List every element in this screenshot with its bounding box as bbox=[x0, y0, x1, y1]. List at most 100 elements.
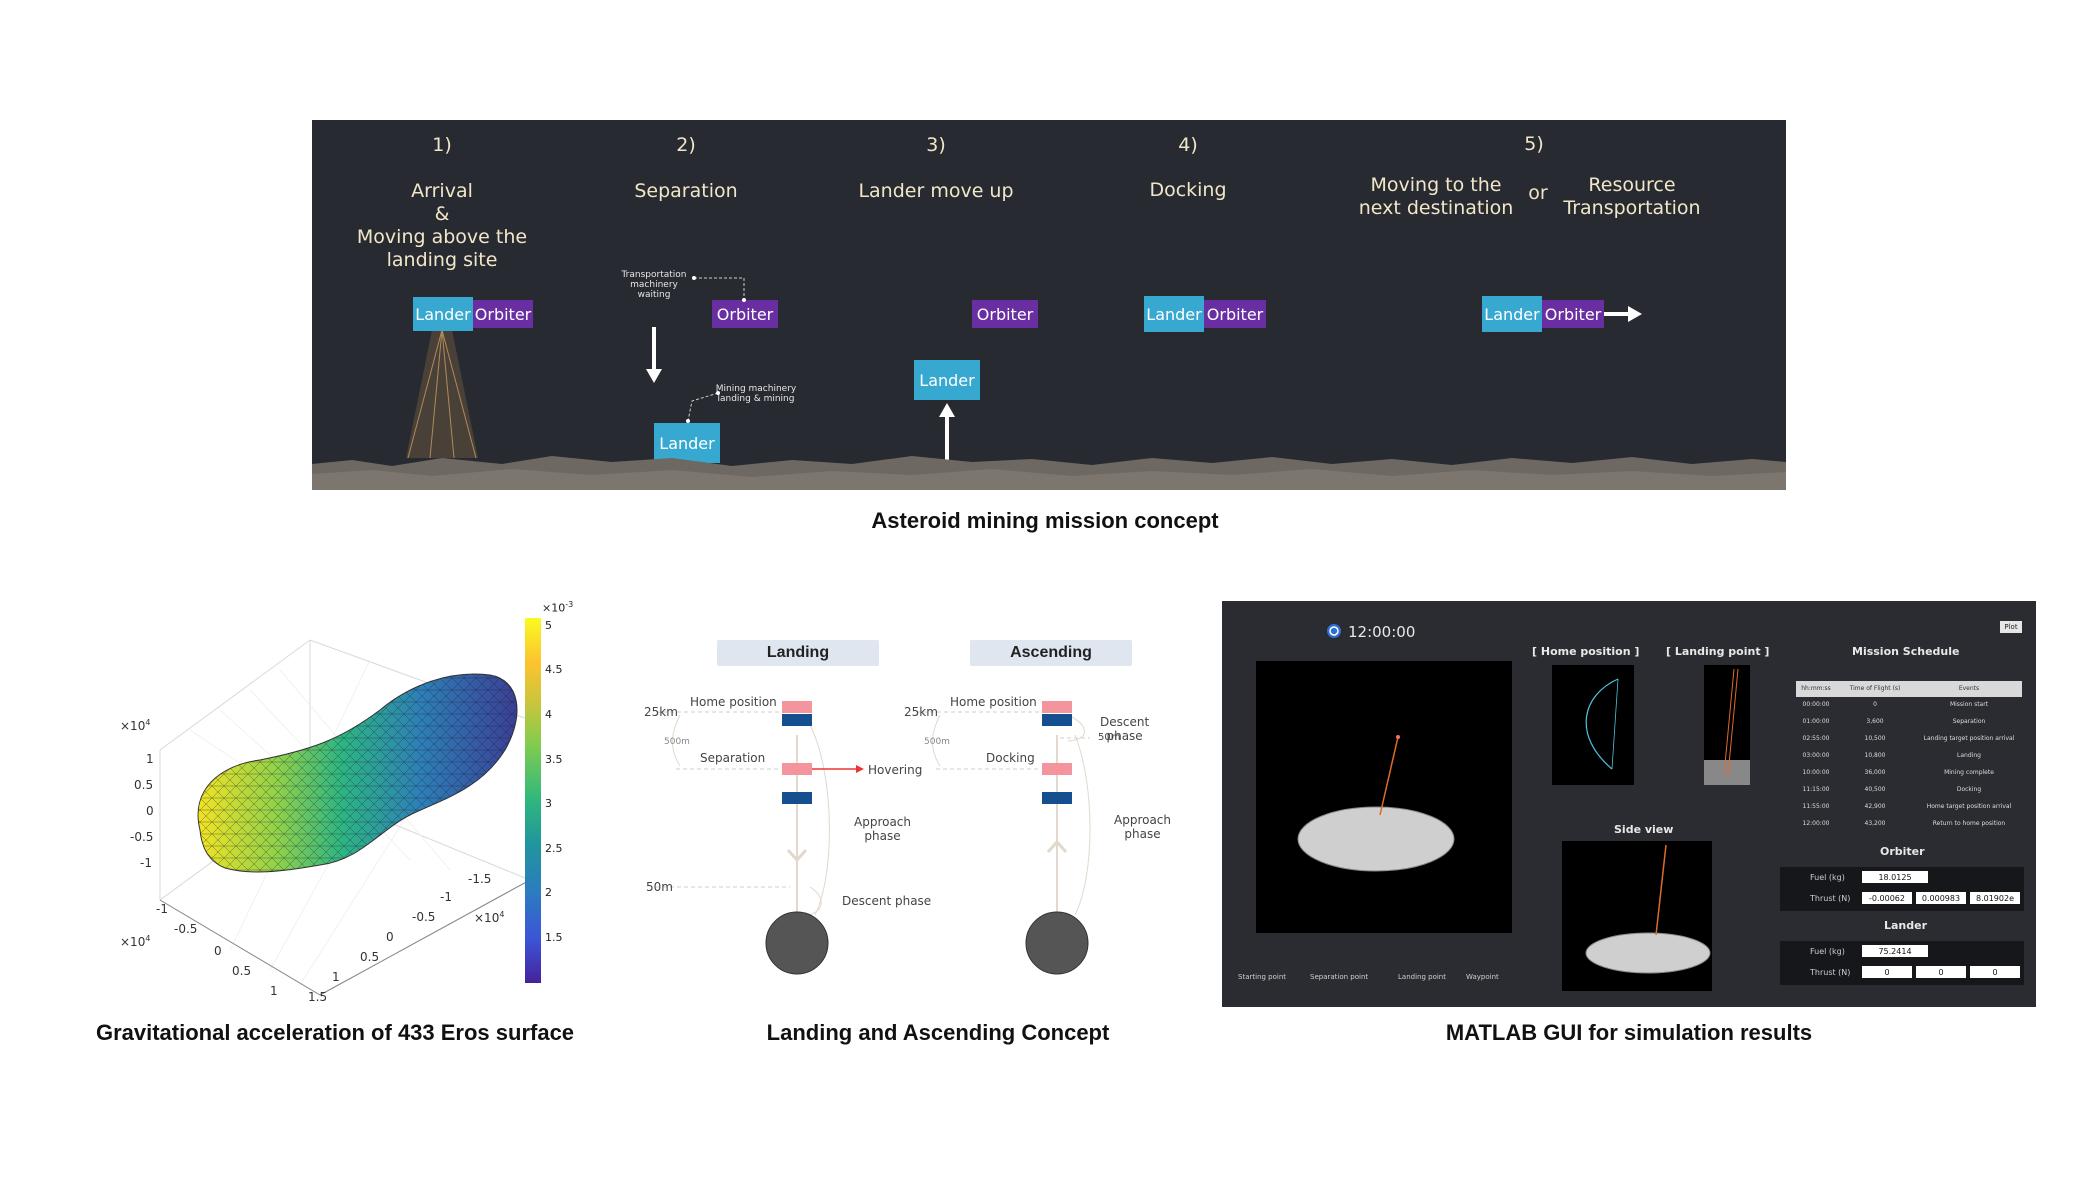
spacecraft-lander bbox=[1042, 792, 1072, 804]
z-tick: 0 bbox=[146, 804, 154, 818]
colorbar-exp: ×10-3 bbox=[542, 600, 573, 615]
right-docking: Docking bbox=[986, 751, 1035, 765]
spacecraft-lander bbox=[782, 792, 812, 804]
spacecraft-orbiter bbox=[782, 701, 812, 713]
z-exp-base: ×10 bbox=[120, 719, 146, 733]
lander-thrust-x[interactable]: 0 bbox=[1862, 966, 1912, 978]
step-4-title: Docking bbox=[1149, 179, 1227, 201]
step-1-orbiter: Orbiter bbox=[473, 300, 533, 328]
right-home: Home position bbox=[950, 695, 1037, 709]
right-25km: 25km bbox=[904, 705, 938, 719]
eros-gravity-plot: ×104 1 0.5 0 -0.5 -1 -1 -0.5 0 0.5 1 ×10… bbox=[110, 600, 580, 1010]
z-tick: 0.5 bbox=[134, 778, 154, 792]
side-view-plot bbox=[1562, 841, 1712, 991]
x-exp-power: 4 bbox=[145, 934, 151, 943]
spacecraft-lander bbox=[1042, 714, 1072, 726]
y-tick: -1.5 bbox=[468, 872, 492, 886]
colorbar-tick: 4 bbox=[545, 708, 552, 721]
schedule-cell: 01:00:00 bbox=[1802, 718, 1830, 725]
step-2-number: 2) bbox=[676, 134, 696, 156]
lander-thrust-z[interactable]: 0 bbox=[1970, 966, 2020, 978]
colorbar-tick: 1.5 bbox=[545, 931, 563, 944]
left-approach: Approach phase bbox=[854, 815, 912, 843]
step-5-orbiter: Orbiter bbox=[1542, 300, 1604, 328]
gui-caption: MATLAB GUI for simulation results bbox=[1445, 1020, 1813, 1045]
orbiter-thrust-y[interactable]: 0.000983 bbox=[1916, 892, 1966, 904]
colorbar-tick: 2.5 bbox=[545, 842, 563, 855]
y-exp-label: ×104 bbox=[474, 910, 504, 925]
orbiter-fuel-field[interactable]: 18.0125 bbox=[1862, 871, 1928, 883]
colorbar-tick: 5 bbox=[545, 619, 552, 632]
main-plot-graphic bbox=[1297, 735, 1455, 872]
y-tick: -1 bbox=[440, 890, 452, 904]
schedule-cell: 40,500 bbox=[1864, 786, 1886, 793]
y-exp-power: 4 bbox=[499, 910, 505, 919]
orbiter-panel: Fuel (kg) 18.0125 Thrust (N) -0.00062 0.… bbox=[1780, 867, 2024, 911]
schedule-cell: 00:00:00 bbox=[1802, 701, 1830, 708]
step-3-number: 3) bbox=[926, 134, 946, 156]
orbiter-thrust-z[interactable]: 8.01902e bbox=[1970, 892, 2020, 904]
schedule-cell: Mission start bbox=[1949, 701, 1989, 708]
step-1-number: 1) bbox=[432, 134, 452, 156]
spacecraft-orbiter bbox=[1042, 701, 1072, 713]
schedule-cell: Landing target position arrival bbox=[1923, 735, 2015, 742]
step-3-lander: Lander bbox=[914, 360, 980, 400]
schedule-cell: Landing bbox=[1957, 752, 1981, 759]
spacecraft-orbiter bbox=[1042, 763, 1072, 775]
orbiter-thrust-label: Thrust (N) bbox=[1810, 894, 1851, 903]
lander-title: Lander bbox=[1884, 919, 1928, 932]
step-3-orbiter: Orbiter bbox=[972, 300, 1038, 328]
schedule-cell: 11:55:00 bbox=[1802, 803, 1830, 810]
schedule-row: 03:00:00 10,800 Landing bbox=[1796, 748, 2022, 764]
right-500m: 500m bbox=[924, 737, 950, 747]
x-tick: 0 bbox=[214, 944, 222, 958]
y-tick: 1.5 bbox=[308, 990, 328, 1004]
lander-thrust-label: Thrust (N) bbox=[1810, 968, 1851, 977]
step-5-number: 5) bbox=[1524, 133, 1544, 155]
step-5-lander: Lander bbox=[1482, 296, 1542, 332]
lander-thrust-y[interactable]: 0 bbox=[1916, 966, 1966, 978]
legend-starting: Starting point bbox=[1238, 973, 1287, 981]
asteroid-ground bbox=[312, 456, 1786, 490]
schedule-cell: 12:00:00 bbox=[1802, 820, 1830, 827]
colorbar bbox=[525, 618, 541, 983]
step-5-alt-title: Resource Transportation bbox=[1563, 174, 1701, 219]
eros-caption: Gravitational acceleration of 433 Eros s… bbox=[95, 1020, 575, 1045]
orbiter-thrust-x[interactable]: -0.00062 bbox=[1862, 892, 1912, 904]
x-exp-label: ×104 bbox=[120, 934, 150, 949]
step-5-title: Moving to the next destination bbox=[1358, 174, 1514, 219]
y-tick: -0.5 bbox=[412, 910, 436, 924]
colorbar-tick: 3 bbox=[545, 797, 552, 810]
schedule-cell: Return to home position bbox=[1932, 820, 2006, 827]
left-home: Home position bbox=[690, 695, 777, 709]
schedule-row: 11:55:00 42,900 Home target position arriv… bbox=[1796, 799, 2022, 815]
schedule-cell: 36,000 bbox=[1864, 769, 1886, 776]
x-exp-base: ×10 bbox=[120, 935, 146, 949]
side-plot-graphic bbox=[1585, 844, 1711, 974]
y-tick: 0 bbox=[386, 930, 394, 944]
clock-icon bbox=[1327, 624, 1341, 638]
step-2-connectors bbox=[686, 276, 746, 423]
landing-title: Landing bbox=[717, 640, 879, 666]
mission-concept-panel: 1) Arrival & Moving above the landing si… bbox=[312, 120, 1786, 490]
schedule-cell: 3,600 bbox=[1866, 718, 1884, 725]
schedule-row: 02:55:00 10,500 Landing target position ar… bbox=[1796, 731, 2022, 747]
y-tick: 0.5 bbox=[360, 950, 380, 964]
z-exp-power: 4 bbox=[145, 718, 151, 727]
right-arrow-icon bbox=[1604, 306, 1642, 322]
main-3d-plot bbox=[1256, 661, 1512, 933]
schedule-cell: Mining complete bbox=[1944, 769, 1994, 776]
schedule-row: 01:00:00 3,600 Separation bbox=[1796, 714, 2022, 730]
schedule-cell: 10,500 bbox=[1864, 735, 1886, 742]
lander-panel: Fuel (kg) 75.2414 Thrust (N) 0 0 0 bbox=[1780, 941, 2024, 985]
lander-fuel-field[interactable]: 75.2414 bbox=[1862, 945, 1928, 957]
or-label: or bbox=[1528, 182, 1548, 204]
colorbar-tick: 2 bbox=[545, 886, 552, 899]
schedule-cell: 10,800 bbox=[1864, 752, 1886, 759]
spacecraft-orbiter bbox=[782, 763, 812, 775]
left-hovering: Hovering bbox=[868, 763, 923, 777]
plot-button[interactable]: Plot bbox=[2000, 621, 2022, 633]
landing-point-plot bbox=[1704, 665, 1750, 785]
schedule-row: 00:00:00 0 Mission start bbox=[1796, 697, 2022, 713]
schedule-header-cell: hh:mm:ss bbox=[1801, 685, 1831, 692]
